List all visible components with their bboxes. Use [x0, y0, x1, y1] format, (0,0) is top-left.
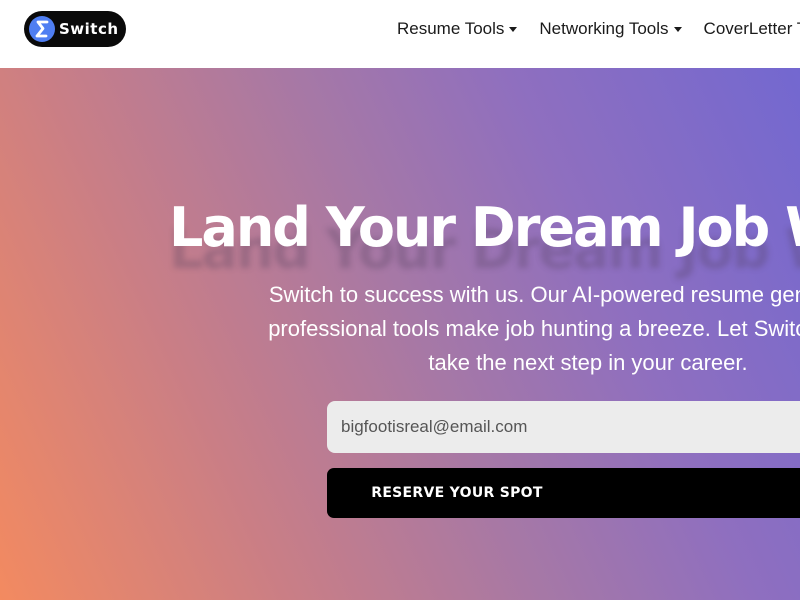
- hero-title: Land Your Dream Job With Switch: [169, 196, 800, 259]
- email-field[interactable]: [327, 401, 800, 453]
- main-nav: Resume Tools Networking Tools CoverLette…: [397, 19, 800, 39]
- nav-item-label: Networking Tools: [539, 19, 669, 38]
- nav-item-resume-tools[interactable]: Resume Tools: [397, 19, 518, 39]
- site-header: Switch Resume Tools Networking Tools Cov…: [0, 0, 800, 68]
- hero-subtitle: Switch to success with us. Our AI-powere…: [0, 278, 800, 380]
- nav-item-label: CoverLetter Tools: [703, 19, 800, 38]
- landing-page: Switch Resume Tools Networking Tools Cov…: [0, 0, 800, 600]
- nav-item-networking-tools[interactable]: Networking Tools: [539, 19, 682, 39]
- nav-item-label: Resume Tools: [397, 19, 505, 38]
- hero-section: Land Your Dream Job With Switch Switch t…: [0, 68, 800, 600]
- hero-subtitle-line: Switch to success with us. Our AI-powere…: [268, 282, 800, 307]
- nav-item-coverletter-tools[interactable]: CoverLetter Tools: [704, 19, 800, 39]
- reserve-spot-button[interactable]: RESERVE YOUR SPOT: [327, 468, 800, 518]
- logo-text: Switch: [59, 20, 119, 38]
- hero-subtitle-line: take the next step in your career.: [428, 350, 748, 375]
- caret-down-icon: [673, 26, 682, 32]
- logo[interactable]: Switch: [24, 11, 126, 47]
- switch-logo-icon: [29, 16, 55, 42]
- caret-down-icon: [509, 26, 518, 32]
- hero-subtitle-line: professional tools make job hunting a br…: [268, 316, 800, 341]
